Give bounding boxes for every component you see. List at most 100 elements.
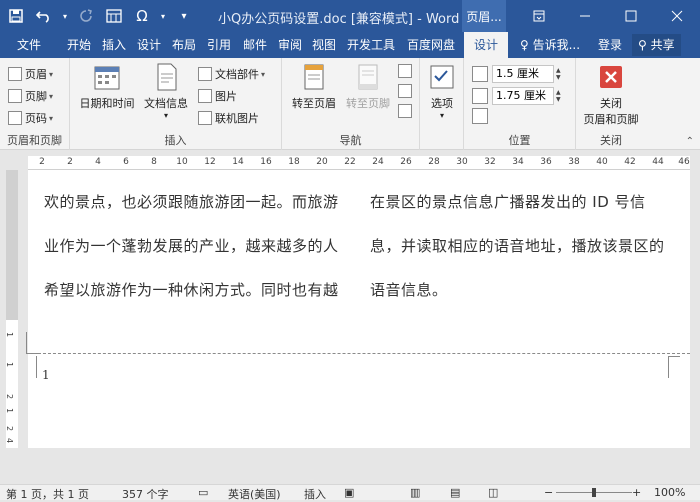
options-label: 选项 xyxy=(431,97,453,110)
quick-access-toolbar: ▾ Ω ▾ ▾ xyxy=(0,0,196,32)
ruler-tick: 6 xyxy=(123,157,129,167)
zoom-in-icon[interactable]: + xyxy=(632,486,641,499)
chevron-down-icon: ▾ xyxy=(163,111,168,120)
share-button[interactable]: ⚲ 共享 xyxy=(632,34,681,56)
goto-header-label: 转至页眉 xyxy=(292,97,336,110)
horizontal-ruler[interactable]: 2 2 4 6 8 10 12 14 16 18 20 22 24 26 28 … xyxy=(28,156,690,170)
text-line: 欢的景点，也必须跟随旅游团一起。而旅游 xyxy=(44,193,339,211)
context-tab-title: 页眉... xyxy=(462,0,506,32)
close-header-footer-button[interactable]: 关闭 页眉和页脚 xyxy=(578,62,644,127)
undo-icon[interactable] xyxy=(32,4,56,28)
document-page[interactable]: 欢的景点，也必须跟随旅游团一起。而旅游 业作为一个蓬勃发展的产业，越来越多的人 … xyxy=(26,170,690,448)
vruler-tick: 2 xyxy=(5,393,15,400)
save-icon[interactable] xyxy=(4,4,28,28)
tab-baidu-netdisk[interactable]: 百度网盘 xyxy=(402,32,460,58)
footer-button[interactable]: 页脚 ▾ xyxy=(8,86,53,106)
customize-icon[interactable]: ▾ xyxy=(172,4,196,28)
ruler-tick: 28 xyxy=(428,157,440,167)
tab-mailings[interactable]: 邮件 xyxy=(238,32,272,58)
tab-references[interactable]: 引用 xyxy=(202,32,236,58)
link-to-previous-icon[interactable] xyxy=(398,104,412,118)
chevron-down-icon[interactable]: ▾ xyxy=(158,4,168,28)
ruler-tick: 20 xyxy=(316,157,328,167)
ruler-tick: 46 xyxy=(678,157,690,167)
previous-icon[interactable] xyxy=(398,64,412,78)
group-header-footer: 页眉 ▾ 页脚 ▾ 页码 ▾ 页眉和页脚 xyxy=(0,58,70,150)
zoom-out-icon[interactable]: − xyxy=(544,486,553,499)
vertical-ruler[interactable]: 1 1 2 1 2 4 xyxy=(0,170,22,448)
ruler-tick: 22 xyxy=(344,157,356,167)
text-line: 息，并读取相应的语音地址，播放该景区的 xyxy=(370,237,665,255)
proofing-icon[interactable]: ▭ xyxy=(198,486,208,499)
page-number-button[interactable]: 页码 ▾ xyxy=(8,108,53,128)
page-number-label: 页码 xyxy=(25,112,47,125)
group-label-navigation: 导航 xyxy=(339,134,362,147)
insert-alignment-tab-icon[interactable] xyxy=(472,108,488,124)
status-bar: 第 1 页，共 1 页 357 个字 ▭ 英语(美国) 插入 ▣ ▥ ▤ ◫ −… xyxy=(0,484,700,501)
goto-footer-button[interactable]: 转至页脚 xyxy=(342,62,394,111)
print-layout-icon[interactable]: ▤ xyxy=(450,486,460,499)
maximize-icon[interactable] xyxy=(608,0,654,32)
close-label-line1: 关闭 xyxy=(600,97,622,110)
tab-view[interactable]: 视图 xyxy=(308,32,340,58)
lightbulb-icon: ♀ xyxy=(520,38,533,52)
header-icon xyxy=(8,67,22,81)
picture-button[interactable]: 图片 xyxy=(198,86,237,106)
document-title: 小Q办公页码设置.doc [兼容模式] - Word xyxy=(218,12,460,27)
date-time-button[interactable]: 日期和时间 xyxy=(76,62,138,111)
vruler-tick: 1 xyxy=(5,361,15,368)
spinner-arrows-icon[interactable]: ▲ ▼ xyxy=(556,87,566,105)
online-picture-label: 联机图片 xyxy=(215,112,259,125)
tab-developer[interactable]: 开发工具 xyxy=(342,32,400,58)
chevron-down-icon[interactable]: ▾ xyxy=(60,4,70,28)
footer-bottom-spinner[interactable]: 1.75 厘米 ▲ ▼ xyxy=(472,86,566,106)
tab-review[interactable]: 审阅 xyxy=(274,32,306,58)
vruler-margin xyxy=(6,170,18,320)
group-insert: 日期和时间 文档信息 ▾ 文档部件 ▾ 图片 联机图片 插入 xyxy=(70,58,282,150)
tab-insert[interactable]: 插入 xyxy=(98,32,130,58)
redo-icon[interactable] xyxy=(74,4,98,28)
tab-file[interactable]: 文件 xyxy=(6,32,52,58)
spinner-arrows-icon[interactable]: ▲ ▼ xyxy=(556,65,566,83)
footer-label: 页脚 xyxy=(25,90,47,103)
collapse-ribbon-icon[interactable]: ⌃ xyxy=(686,136,694,147)
next-icon[interactable] xyxy=(398,84,412,98)
form-icon[interactable] xyxy=(102,4,126,28)
tab-header-footer-design[interactable]: 设计 xyxy=(464,32,508,58)
read-mode-icon[interactable]: ▥ xyxy=(410,486,420,499)
zoom-level[interactable]: 100% xyxy=(654,486,685,499)
ruler-corner xyxy=(0,156,28,170)
online-picture-icon xyxy=(198,111,212,125)
tab-design[interactable]: 设计 xyxy=(132,32,166,58)
text-line: 语音信息。 xyxy=(370,281,448,299)
doc-info-button[interactable]: 文档信息 ▾ xyxy=(140,62,192,120)
vruler-tick: 2 xyxy=(5,425,15,432)
web-layout-icon[interactable]: ◫ xyxy=(488,486,498,499)
online-picture-button[interactable]: 联机图片 xyxy=(198,108,259,128)
symbol-icon[interactable]: Ω xyxy=(130,4,154,28)
footer-position-icon xyxy=(472,88,488,104)
tell-me-search[interactable]: ♀ 告诉我... xyxy=(520,32,580,58)
header-button[interactable]: 页眉 ▾ xyxy=(8,64,53,84)
doc-parts-icon xyxy=(198,67,212,81)
footer-page-number[interactable]: 1 xyxy=(42,368,50,382)
tab-layout[interactable]: 布局 xyxy=(168,32,200,58)
ribbon-display-icon[interactable] xyxy=(516,0,562,32)
title-bar: ▾ Ω ▾ ▾ 小Q办公页码设置.doc [兼容模式] - Word 页眉... xyxy=(0,0,700,32)
header-top-spinner[interactable]: 1.5 厘米 ▲ ▼ xyxy=(472,64,566,84)
date-time-label: 日期和时间 xyxy=(79,97,135,110)
goto-header-button[interactable]: 转至页眉 xyxy=(288,62,340,111)
minimize-icon[interactable] xyxy=(562,0,608,32)
options-icon xyxy=(427,62,457,92)
header-top-input[interactable]: 1.5 厘米 xyxy=(492,65,554,83)
vruler-tick: 1 xyxy=(5,331,15,338)
macro-record-icon[interactable]: ▣ xyxy=(344,486,354,499)
doc-parts-button[interactable]: 文档部件 ▾ xyxy=(198,64,265,84)
tell-me-label: 告诉我... xyxy=(532,38,581,52)
zoom-slider-thumb[interactable] xyxy=(592,488,596,497)
footer-bottom-input[interactable]: 1.75 厘米 xyxy=(492,87,554,105)
sign-in-link[interactable]: 登录 xyxy=(598,32,622,58)
options-button[interactable]: 选项 ▾ xyxy=(426,62,458,120)
tab-home[interactable]: 开始 xyxy=(62,32,96,58)
close-icon[interactable] xyxy=(654,0,700,32)
